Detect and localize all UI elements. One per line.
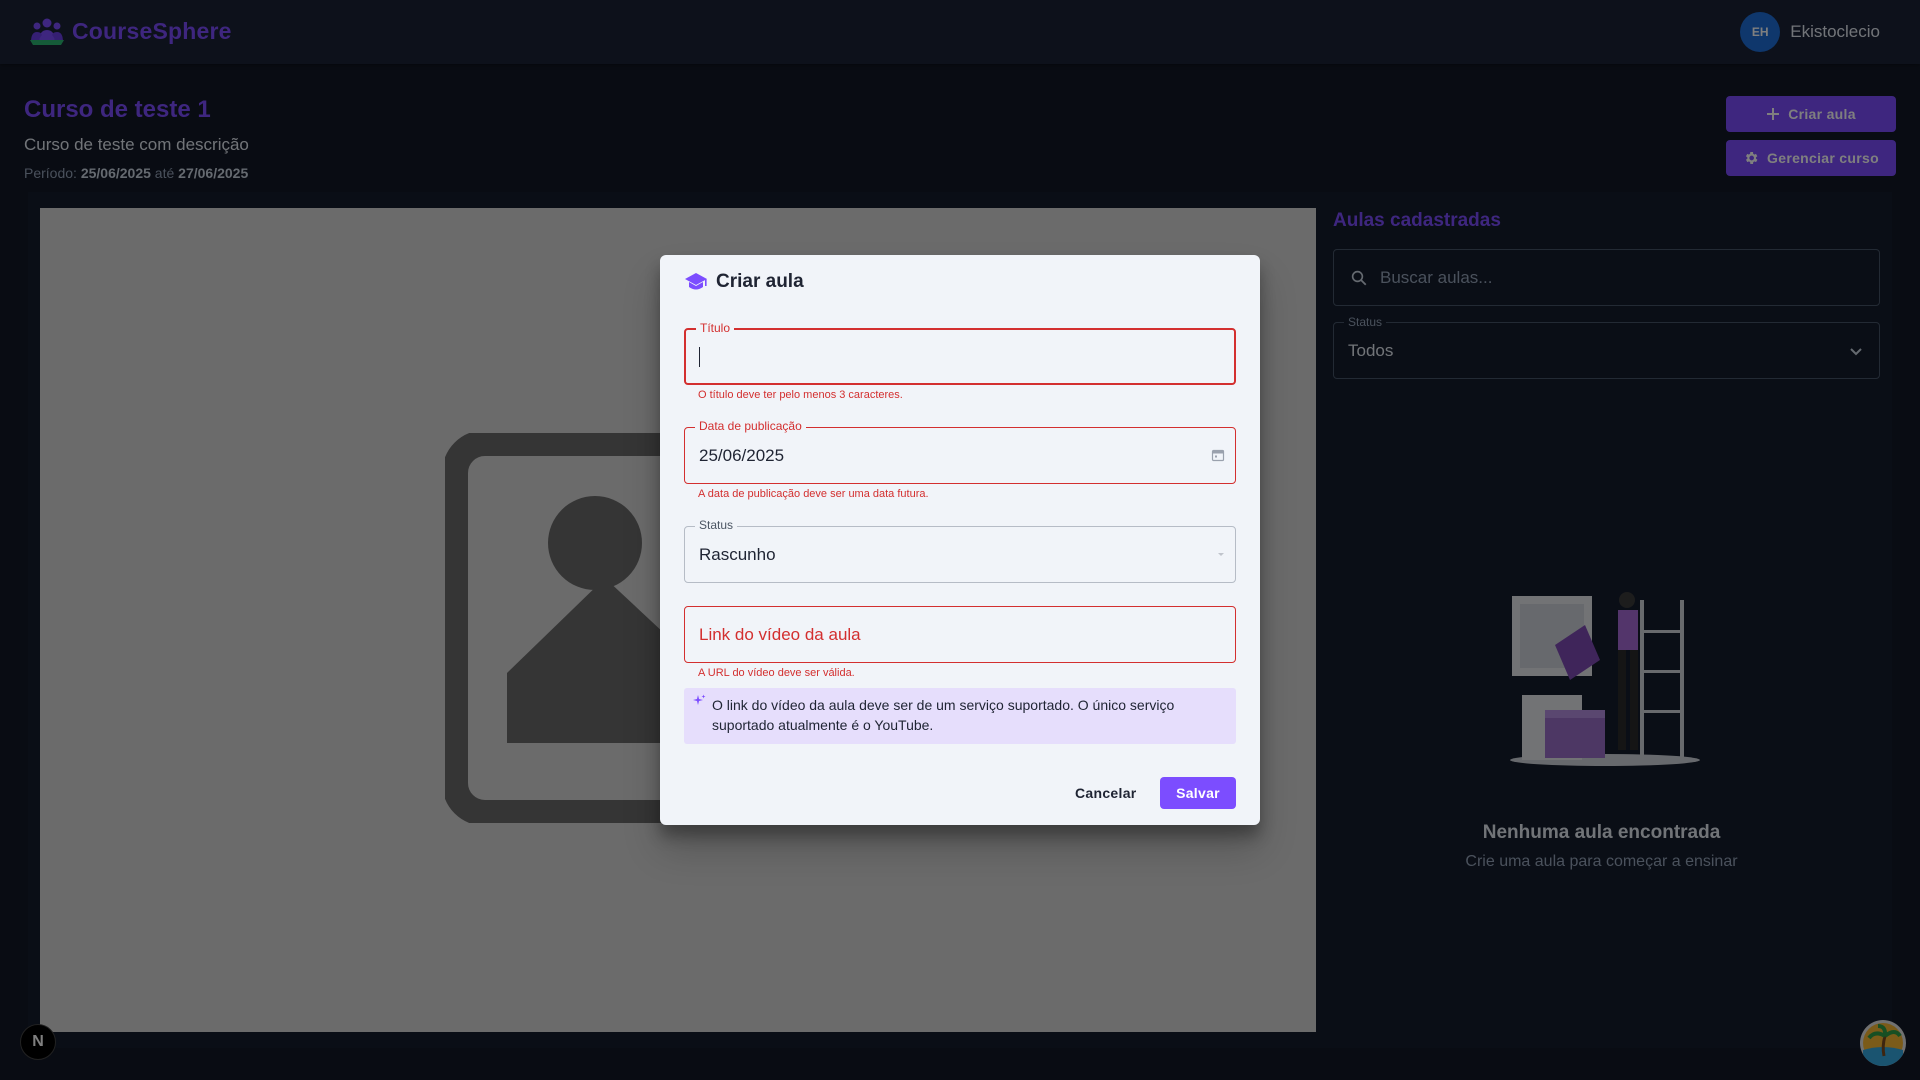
title-field-label: Título xyxy=(696,321,735,335)
video-info-alert: O link do vídeo da aula deve ser de um s… xyxy=(684,688,1236,744)
video-info-text: O link do vídeo da aula deve ser de um s… xyxy=(712,697,1175,733)
save-button[interactable]: Salvar xyxy=(1160,777,1236,809)
video-link-error: A URL do vídeo deve ser válida. xyxy=(698,667,855,679)
caret-down-icon xyxy=(1218,553,1224,556)
publish-date-label: Data de publicação xyxy=(695,419,806,433)
dialog-title: Criar aula xyxy=(716,271,804,292)
publish-date-field[interactable]: Data de publicação 25/06/2025 xyxy=(684,419,1236,484)
create-lesson-dialog: Criar aula Título O título deve ter pelo… xyxy=(660,255,1260,825)
sparkle-icon xyxy=(693,694,706,705)
video-link-field[interactable]: Link do vídeo da aula xyxy=(684,606,1236,663)
cancel-button[interactable]: Cancelar xyxy=(1075,777,1137,809)
text-caret xyxy=(699,347,700,367)
publish-date-error: A data de publicação deve ser uma data f… xyxy=(698,488,929,500)
calendar-icon[interactable] xyxy=(1211,448,1225,462)
video-link-placeholder: Link do vídeo da aula xyxy=(699,625,861,644)
status-select-value: Rascunho xyxy=(699,545,776,564)
status-select[interactable]: Status Rascunho xyxy=(684,518,1236,583)
graduation-cap-icon xyxy=(685,273,707,290)
publish-date-value[interactable]: 25/06/2025 xyxy=(699,446,784,466)
title-field[interactable]: Título xyxy=(684,321,1236,385)
title-error: O título deve ter pelo menos 3 caractere… xyxy=(698,389,903,401)
dialog-header: Criar aula xyxy=(684,271,804,293)
status-select-label: Status xyxy=(695,518,738,532)
